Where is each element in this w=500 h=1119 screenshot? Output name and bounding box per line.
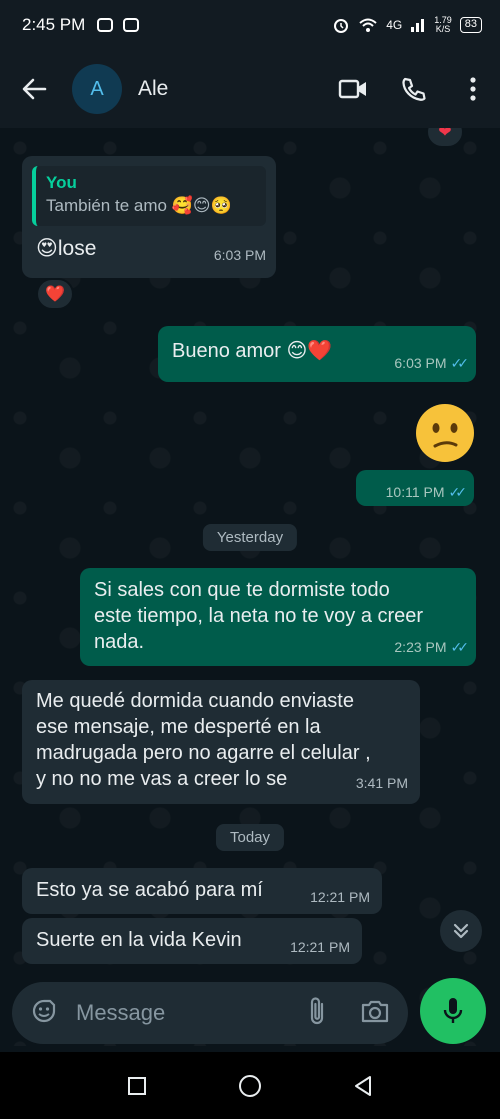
paperclip-icon bbox=[310, 996, 324, 1024]
system-nav-bar bbox=[0, 1052, 500, 1119]
circle-icon bbox=[238, 1074, 261, 1097]
message-composer: Message bbox=[0, 978, 500, 1050]
contact-name[interactable]: Ale bbox=[138, 77, 168, 101]
message-meta: 2:23 PM ✓✓ bbox=[394, 634, 470, 660]
home-button[interactable] bbox=[235, 1071, 265, 1101]
network-type: 4G bbox=[386, 18, 403, 32]
back-nav-button[interactable] bbox=[348, 1071, 378, 1101]
quote-text: También te amo 🥰😊🥺 bbox=[46, 196, 232, 215]
message-meta: 6:03 PM ✓✓ bbox=[394, 350, 470, 376]
message-text: 😍lose bbox=[36, 237, 97, 260]
chat-header: A Ale bbox=[0, 50, 500, 128]
message-outgoing[interactable]: 10:11 PM ✓✓ bbox=[356, 470, 474, 506]
message-text: Me quedé dormida cuando enviaste ese men… bbox=[36, 690, 371, 790]
avatar[interactable]: A bbox=[72, 64, 122, 114]
network-speed: 1.79 K/S bbox=[434, 15, 452, 34]
video-camera-icon bbox=[338, 79, 366, 99]
heart-icon: ❤ bbox=[438, 128, 452, 141]
message-incoming[interactable]: Esto ya se acabó para mí 12:21 PM bbox=[22, 868, 382, 914]
sticker-icon bbox=[32, 999, 56, 1022]
message-meta: 10:11 PM ✓✓ bbox=[385, 479, 468, 505]
video-call-button[interactable] bbox=[338, 74, 368, 104]
square-icon bbox=[127, 1076, 146, 1095]
reaction-badge[interactable]: ❤️ bbox=[36, 278, 74, 310]
message-meta: 12:21 PM bbox=[290, 934, 350, 960]
reaction-emoji: ❤️ bbox=[45, 286, 65, 303]
double-check-icon: ✓✓ bbox=[450, 639, 470, 655]
microphone-icon bbox=[443, 998, 463, 1023]
message-outgoing[interactable]: Bueno amor 😊❤️ 6:03 PM ✓✓ bbox=[158, 326, 476, 382]
message-placeholder: Message bbox=[76, 1000, 166, 1025]
date-separator: Today bbox=[215, 824, 285, 851]
alarm-icon bbox=[334, 19, 349, 33]
message-text: Bueno amor 😊❤️ bbox=[172, 340, 333, 362]
date-separator: Yesterday bbox=[202, 524, 298, 551]
emoji-message[interactable] bbox=[416, 404, 474, 462]
message-outgoing[interactable]: Si sales con que te dormiste todo este t… bbox=[80, 568, 476, 666]
message-input[interactable]: Message bbox=[12, 982, 408, 1044]
more-options-button[interactable] bbox=[458, 74, 488, 104]
sticker-button[interactable] bbox=[30, 997, 58, 1030]
double-check-icon: ✓✓ bbox=[448, 484, 468, 500]
double-chevron-down-icon bbox=[453, 923, 469, 939]
message-text: Si sales con que te dormiste todo este t… bbox=[94, 579, 424, 653]
quoted-message[interactable]: You También te amo 🥰😊🥺 bbox=[32, 166, 266, 226]
scroll-to-bottom-button[interactable] bbox=[440, 910, 482, 952]
message-text: Esto ya se acabó para mí bbox=[36, 879, 263, 901]
recents-button[interactable] bbox=[122, 1071, 152, 1101]
message-meta: 3:41 PM bbox=[356, 770, 408, 796]
triangle-back-icon bbox=[355, 1075, 372, 1096]
message-time: 12:21 PM bbox=[290, 939, 350, 955]
phone-icon bbox=[402, 77, 426, 101]
back-button[interactable] bbox=[20, 75, 48, 103]
signal-icon bbox=[411, 19, 425, 32]
message-time: 12:21 PM bbox=[310, 889, 370, 905]
message-time: 6:03 PM bbox=[394, 355, 447, 371]
message-meta: 12:21 PM bbox=[310, 884, 370, 910]
activity-icon bbox=[123, 18, 140, 32]
quote-author: You bbox=[46, 173, 77, 192]
message-time: 6:03 PM bbox=[213, 247, 266, 263]
status-time: 2:45 PM bbox=[22, 15, 86, 34]
wifi-icon bbox=[359, 18, 377, 32]
attach-button[interactable] bbox=[308, 996, 326, 1031]
kebab-menu-icon bbox=[470, 77, 476, 101]
chat-area[interactable]: ❤ You También te amo 🥰😊🥺 😍lose 6:03 PM ❤… bbox=[0, 128, 500, 1046]
message-time: 2:23 PM bbox=[394, 639, 447, 655]
double-check-icon: ✓✓ bbox=[450, 355, 470, 371]
confused-face-icon bbox=[417, 405, 473, 461]
message-incoming[interactable]: Suerte en la vida Kevin 12:21 PM bbox=[22, 918, 362, 964]
voice-message-button[interactable] bbox=[420, 978, 486, 1044]
reaction-badge[interactable]: ❤ bbox=[426, 128, 464, 148]
message-text: Suerte en la vida Kevin bbox=[36, 929, 242, 951]
message-time: 3:41 PM bbox=[355, 775, 408, 791]
battery-indicator: 83 bbox=[459, 17, 482, 33]
message-meta: 6:03 PM bbox=[214, 242, 266, 268]
message-time: 10:11 PM bbox=[385, 484, 445, 500]
message-incoming[interactable]: You También te amo 🥰😊🥺 😍lose 6:03 PM bbox=[22, 156, 276, 278]
camera-button[interactable] bbox=[360, 998, 390, 1029]
camera-icon bbox=[361, 1000, 389, 1022]
message-incoming[interactable]: Me quedé dormida cuando enviaste ese men… bbox=[22, 680, 420, 804]
voice-call-button[interactable] bbox=[398, 74, 428, 104]
status-bar: 2:45 PM 4G 1.79 K/S 83 bbox=[0, 0, 500, 50]
notification-icon bbox=[97, 18, 114, 32]
arrow-left-icon bbox=[22, 78, 47, 100]
